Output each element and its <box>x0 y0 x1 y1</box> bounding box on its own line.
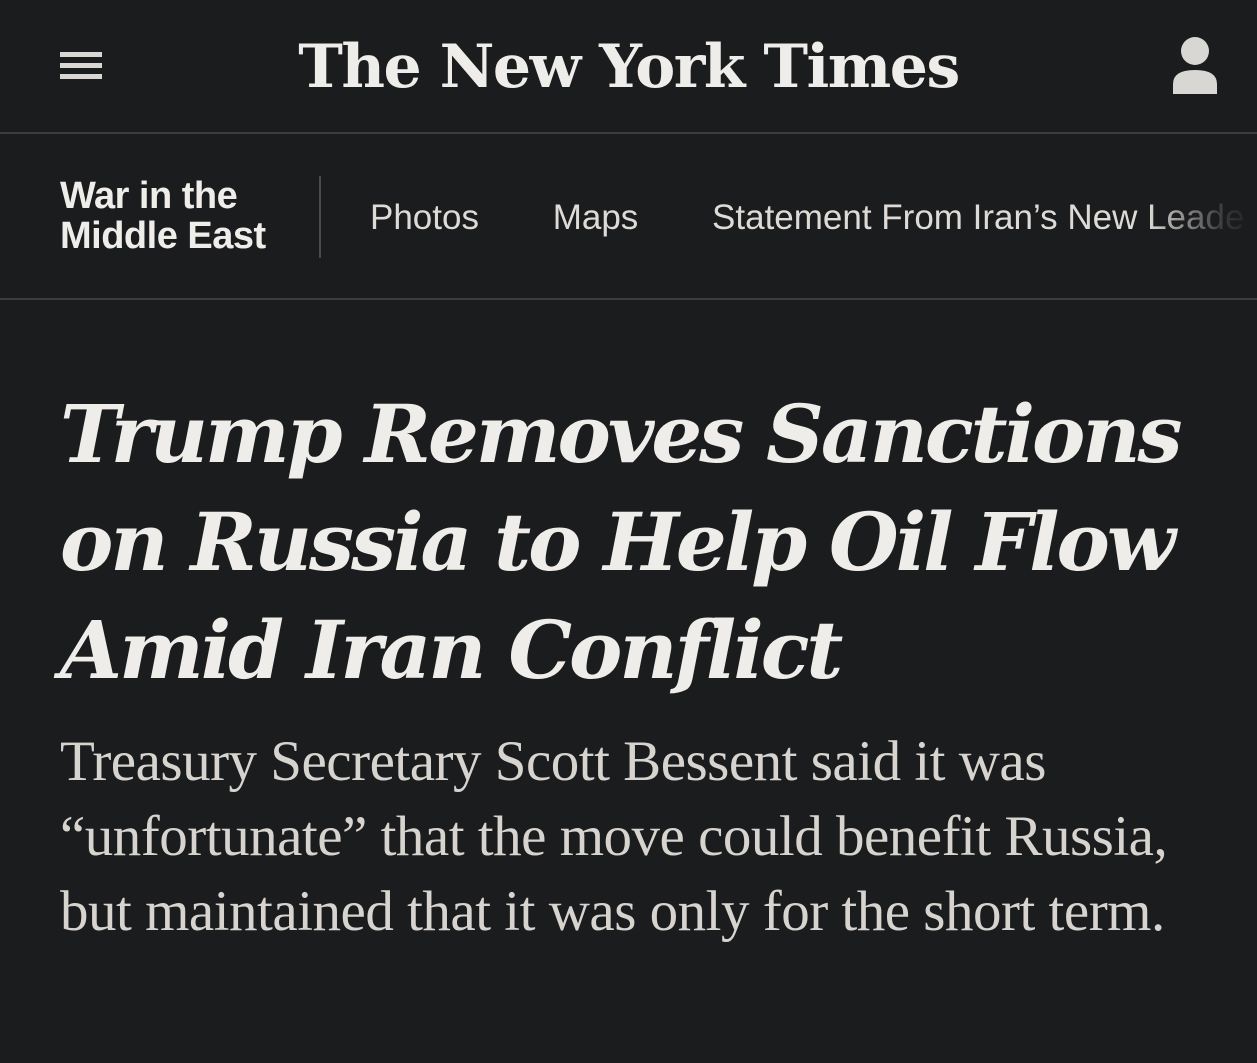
nav-link-photos[interactable]: Photos <box>370 196 479 240</box>
section-title[interactable]: War in the Middle East <box>60 176 300 256</box>
nyt-logo[interactable]: The New York Times <box>0 22 1257 112</box>
nav-links: Photos Maps Statement From Iran’s New Le… <box>370 196 1257 240</box>
masthead: The New York Times <box>0 0 1257 134</box>
nav-link-maps[interactable]: Maps <box>553 196 639 240</box>
nav-link-statement[interactable]: Statement From Iran’s New Leade <box>712 196 1244 240</box>
user-account-icon <box>1173 37 1217 94</box>
account-button[interactable] <box>1170 34 1220 96</box>
article-summary: Treasury Secretary Scott Bessent said it… <box>60 730 1168 943</box>
article-headline: Trump Removes Sanctions on Russia to Hel… <box>60 387 1183 697</box>
section-nav: War in the Middle East Photos Maps State… <box>0 136 1257 300</box>
nav-divider <box>319 176 321 258</box>
nyt-article-page: The New York Times War in the Middle Eas… <box>0 0 1257 1063</box>
